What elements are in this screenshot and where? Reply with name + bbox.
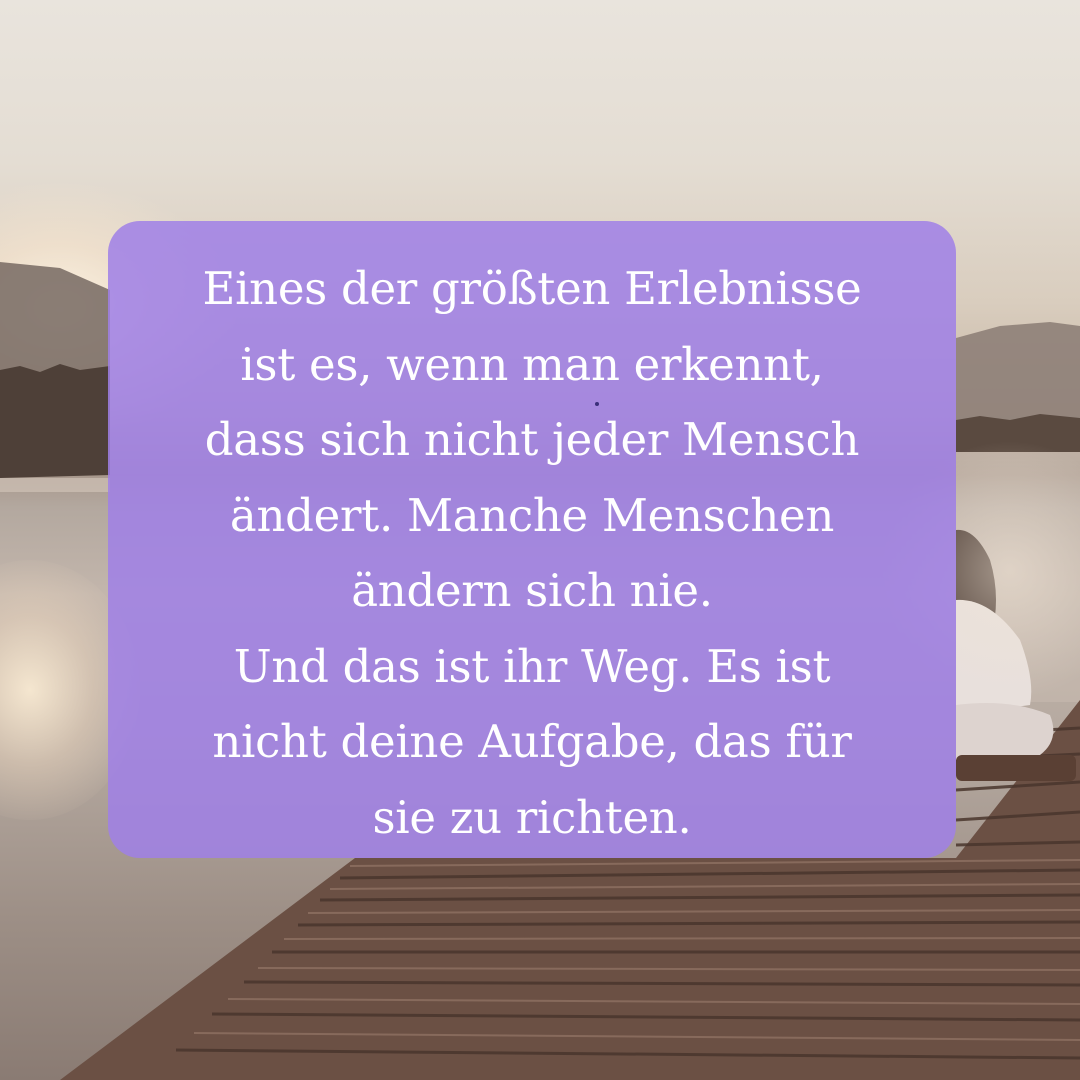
quote-card: Eines der größten Erlebnisse ist es, wen…: [108, 221, 956, 858]
quote-line: Und das ist ihr Weg. Es ist: [233, 639, 831, 693]
quote-line: Eines der größten Erlebnisse: [202, 262, 862, 315]
quote-line: ändern sich nie.: [351, 564, 713, 617]
quote-line: sie zu richten.: [372, 790, 692, 844]
quote-line: dass sich nicht jeder Mensch: [204, 413, 860, 466]
quote-line: nicht deine Aufgabe, das für: [212, 715, 852, 768]
left-mountain: [0, 262, 110, 380]
quote-text: Eines der größten Erlebnisse ist es, wen…: [148, 251, 916, 855]
quote-line: ändert. Manche Menschen: [229, 488, 835, 542]
cursor-dot: [595, 402, 599, 406]
quote-line: ist es, wenn man erkennt,: [240, 337, 824, 391]
right-mountain: [956, 322, 1080, 420]
left-treeline: [0, 364, 110, 478]
